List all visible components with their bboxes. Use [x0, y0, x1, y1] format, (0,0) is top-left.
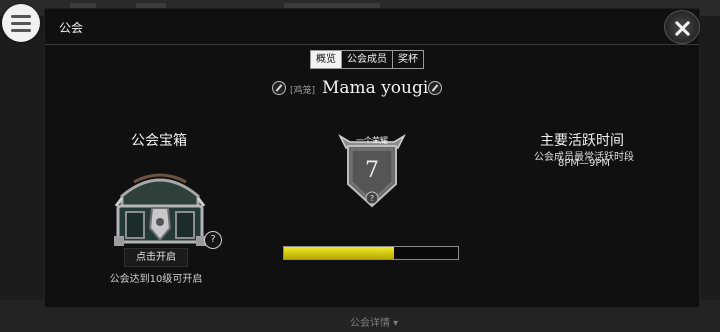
close-button[interactable]	[664, 10, 700, 44]
badge-banner-label: 一个荣耀	[356, 135, 388, 145]
menu-button[interactable]	[2, 4, 40, 42]
treasure-chest-icon[interactable]	[112, 168, 208, 248]
tab-members[interactable]: 公会成员	[342, 51, 393, 68]
treasure-help-icon[interactable]: ?	[204, 231, 222, 249]
edit-name-pencil-icon[interactable]	[428, 81, 442, 95]
treasure-title: 公会宝箱	[131, 133, 187, 149]
guild-progress-fill	[284, 247, 394, 259]
hamburger-menu-icon	[11, 22, 31, 25]
tab-trophies[interactable]: 奖杯	[393, 51, 423, 68]
guild-name: Mama yougi	[322, 78, 429, 98]
tab-bar: 概览 公会成员 奖杯	[310, 50, 424, 69]
guild-shield-badge-icon: 一个荣耀 7 ?	[338, 134, 406, 208]
open-chest-button[interactable]: 点击开启	[124, 248, 188, 267]
panel-title: 公会	[59, 21, 84, 35]
activity-title: 主要活跃时间	[540, 133, 624, 149]
hamburger-menu-icon	[11, 15, 31, 18]
tab-overview[interactable]: 概览	[311, 51, 342, 68]
edit-tag-pencil-icon[interactable]	[272, 81, 286, 95]
hamburger-menu-icon	[11, 29, 31, 32]
badge-help-icon[interactable]: ?	[370, 194, 374, 203]
guild-level: 7	[365, 158, 379, 183]
activity-time: 8PM—9PM	[558, 158, 611, 169]
chest-unlock-note: 公会达到10级可开启	[109, 274, 203, 285]
panel-titlebar: 公会	[45, 9, 699, 45]
guild-details-link[interactable]: 公会详情 ▾	[350, 314, 398, 329]
guild-progress-bar	[283, 246, 459, 260]
guild-tag: [鸡笼]	[290, 86, 316, 96]
